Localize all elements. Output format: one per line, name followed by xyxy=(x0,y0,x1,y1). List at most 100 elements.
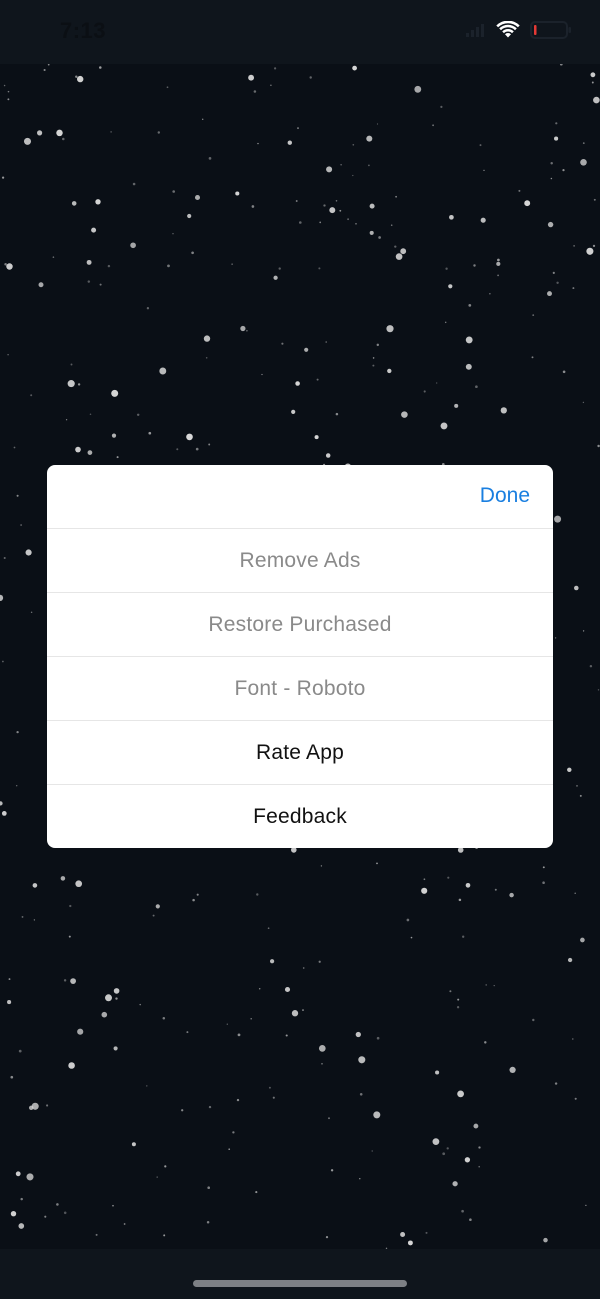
star xyxy=(167,264,170,268)
star xyxy=(425,1231,428,1234)
star xyxy=(0,594,4,602)
star xyxy=(440,422,448,430)
star xyxy=(7,90,10,93)
star xyxy=(462,935,465,938)
bottom-bar xyxy=(0,1249,600,1299)
star xyxy=(554,637,557,639)
star xyxy=(376,123,379,125)
star xyxy=(325,453,331,458)
star xyxy=(550,177,553,180)
star xyxy=(91,227,97,233)
star xyxy=(62,137,65,141)
star xyxy=(250,1018,252,1020)
star xyxy=(444,321,447,324)
star xyxy=(542,866,545,869)
star xyxy=(597,444,600,448)
star xyxy=(461,1209,464,1213)
feedback-button[interactable]: Feedback xyxy=(47,785,553,848)
star xyxy=(473,1123,479,1129)
star xyxy=(7,354,9,356)
star xyxy=(355,222,357,225)
star xyxy=(111,389,119,397)
star xyxy=(202,118,204,120)
star xyxy=(352,174,354,177)
star xyxy=(101,1011,108,1018)
star xyxy=(25,549,32,556)
star xyxy=(111,433,117,438)
star xyxy=(86,259,92,265)
restore-purchased-button[interactable]: Restore Purchased xyxy=(47,593,553,657)
status-icons xyxy=(466,20,572,40)
font-option-button[interactable]: Font - Roboto xyxy=(47,657,553,721)
dialog-header: Done xyxy=(47,465,553,529)
star xyxy=(496,261,501,266)
done-button[interactable]: Done xyxy=(480,484,530,508)
star xyxy=(576,785,578,787)
home-indicator[interactable] xyxy=(193,1280,407,1287)
star xyxy=(75,75,78,79)
star xyxy=(33,919,36,921)
star xyxy=(446,1147,449,1150)
star xyxy=(77,1028,84,1035)
star xyxy=(485,984,488,986)
star xyxy=(47,64,50,66)
star xyxy=(43,68,46,72)
star xyxy=(328,1117,330,1120)
star xyxy=(186,433,193,441)
star xyxy=(547,291,552,297)
star xyxy=(89,413,92,415)
status-time: 7:13 xyxy=(60,18,107,43)
star xyxy=(509,892,514,898)
star xyxy=(20,1197,23,1201)
star xyxy=(559,64,563,66)
settings-dialog: Done Remove Ads Restore Purchased Font -… xyxy=(47,465,553,848)
remove-ads-button[interactable]: Remove Ads xyxy=(47,529,553,593)
star xyxy=(452,1181,458,1187)
star xyxy=(136,413,140,417)
star xyxy=(552,271,555,274)
star xyxy=(532,314,535,316)
star xyxy=(99,283,102,286)
star xyxy=(448,284,453,289)
star xyxy=(273,275,278,280)
star xyxy=(95,1233,98,1236)
star xyxy=(326,166,333,173)
star xyxy=(26,1173,34,1181)
star xyxy=(60,876,66,881)
star xyxy=(20,524,22,526)
star xyxy=(46,1104,49,1107)
star xyxy=(272,1096,275,1099)
star xyxy=(372,357,375,359)
star xyxy=(543,1237,548,1243)
star xyxy=(131,1142,136,1147)
star xyxy=(4,262,7,266)
star xyxy=(478,1146,481,1149)
star xyxy=(37,130,43,136)
star xyxy=(372,364,375,367)
star xyxy=(497,274,499,277)
star xyxy=(10,1075,14,1079)
star xyxy=(208,443,211,446)
star xyxy=(468,304,472,307)
star xyxy=(340,164,342,166)
star xyxy=(3,556,6,560)
star xyxy=(7,1000,12,1005)
star xyxy=(235,191,240,196)
star xyxy=(146,1085,148,1087)
star xyxy=(70,978,76,984)
star xyxy=(547,221,554,228)
star xyxy=(38,282,44,288)
star xyxy=(423,390,426,393)
rate-app-button[interactable]: Rate App xyxy=(47,721,553,785)
star xyxy=(573,245,575,247)
star xyxy=(449,214,454,220)
star xyxy=(582,401,585,404)
star xyxy=(394,245,397,248)
star xyxy=(509,1066,516,1074)
wifi-icon xyxy=(496,21,520,38)
star xyxy=(572,287,575,290)
star xyxy=(152,914,155,917)
star xyxy=(479,144,482,147)
star xyxy=(376,1036,380,1040)
star xyxy=(550,161,553,165)
